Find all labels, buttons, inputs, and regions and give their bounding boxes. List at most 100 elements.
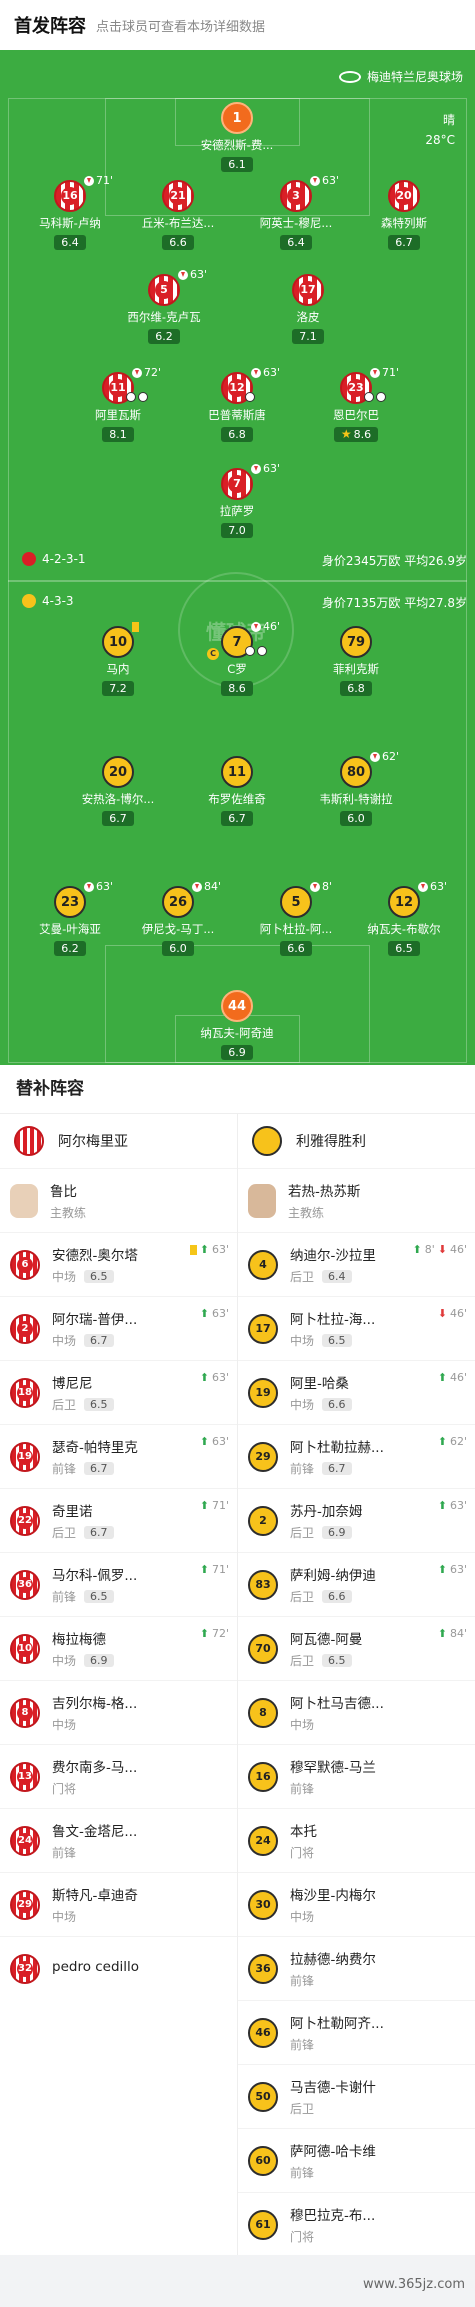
home-player[interactable]: 1 安德烈斯-费... 6.1 [189, 102, 285, 172]
home-player[interactable]: 12 63' 巴普蒂斯唐 6.8 [189, 366, 285, 442]
sub-player-row[interactable]: 18 博尼尼 后卫 6.5 ⬆ 63' [0, 1360, 237, 1424]
player-name: 西尔维-克卢瓦 [127, 310, 201, 324]
sub-player-row[interactable]: 29 斯特凡-卓迪奇 中场 [0, 1872, 237, 1936]
player-name: 伊尼戈-马丁... [141, 922, 215, 936]
sub-player-row[interactable]: 4 纳迪尔-沙拉里 后卫 6.4 ⬆ 8' ⬇ 46' [238, 1232, 475, 1296]
sub-info: ⬆ 63' [438, 1499, 467, 1512]
sub-player-row[interactable]: 60 萨阿德-哈卡维 前锋 [238, 2128, 475, 2192]
jersey-icon: 61 [248, 2209, 278, 2240]
sub-player-row[interactable]: 36 马尔科-佩罗... 前锋 6.5 ⬆ 71' [0, 1552, 237, 1616]
sub-minute: 8' [322, 880, 333, 893]
player-rating: 6.7 [221, 811, 253, 826]
home-player[interactable]: 5 63' 西尔维-克卢瓦 6.2 [116, 268, 212, 344]
player-position: 后卫 [290, 1270, 315, 1284]
venue: 梅迪特兰尼奥球场 [338, 68, 463, 85]
sub-on-icon: ⬆ [412, 1243, 422, 1256]
jersey-icon: 17 [292, 274, 324, 306]
sub-player-row[interactable]: 19 阿里-哈桑 中场 6.6 ⬆ 46' [238, 1360, 475, 1424]
sub-player-row[interactable]: 2 阿尔瑞-普伊... 中场 6.7 ⬆ 63' [0, 1296, 237, 1360]
sub-player-row[interactable]: 50 马吉德-卡谢什 后卫 [238, 2064, 475, 2128]
away-player[interactable]: 7 C 46' C罗 8.6 [189, 620, 285, 696]
away-player[interactable]: 23 63' 艾曼-叶海亚 6.2 [22, 880, 118, 956]
assist-icon [245, 392, 255, 402]
sub-player-row[interactable]: 8 吉列尔梅-格... 中场 [0, 1680, 237, 1744]
sub-player-row[interactable]: 30 梅沙里-内梅尔 中场 [238, 1872, 475, 1936]
home-player[interactable]: 20 森特列斯 6.7 [356, 180, 452, 250]
sub-player-row[interactable]: 19 瑟奇-帕特里克 前锋 6.7 ⬆ 63' [0, 1424, 237, 1488]
home-value: 身价2345万欧 [321, 554, 401, 568]
sub-player-row[interactable]: 6 安德烈-奥尔塔 中场 6.5 ⬆ 63' [0, 1232, 237, 1296]
sub-player-row[interactable]: 22 奇里诺 后卫 6.7 ⬆ 71' [0, 1488, 237, 1552]
sub-player-row[interactable]: 29 阿卜杜勒拉赫... 前锋 6.7 ⬆ 62' [238, 1424, 475, 1488]
sub-player-row[interactable]: 13 费尔南多-马... 门将 [0, 1744, 237, 1808]
player-name: 阿卜杜勒阿齐... [290, 2016, 384, 2032]
jersey-number: 10 [17, 1640, 33, 1657]
home-player[interactable]: 3 63' 阿英士-穆尼... 6.4 [248, 174, 344, 250]
home-player[interactable]: 7 63' 拉萨罗 7.0 [189, 462, 285, 538]
home-player[interactable]: 17 洛皮 7.1 [260, 274, 356, 344]
player-name: 穆巴拉克-布... [290, 2208, 376, 2224]
sub-player-row[interactable]: 24 本托 门将 [238, 1808, 475, 1872]
player-name: 梅沙里-内梅尔 [290, 1888, 376, 1904]
player-position: 后卫 [290, 1526, 315, 1540]
player-name: 斯特凡-卓迪奇 [52, 1888, 138, 1904]
player-meta: 中场 6.7 [52, 1332, 137, 1349]
home-player[interactable]: 11 72' 阿里瓦斯 8.1 [70, 366, 166, 442]
away-player[interactable]: 26 84' 伊尼戈-马丁... 6.0 [130, 880, 226, 956]
jersey-icon: 70 [248, 1633, 278, 1664]
sub-off-badge: 63' [418, 880, 447, 893]
player-name: 马内 [106, 662, 130, 676]
player-name: 安德烈-奥尔塔 [52, 1248, 138, 1264]
player-position: 前锋 [52, 1462, 77, 1476]
sub-info: ⬆ 63' [200, 1307, 229, 1320]
sub-player-row[interactable]: 70 阿瓦德-阿曼 后卫 6.5 ⬆ 84' [238, 1616, 475, 1680]
ball-icon [376, 392, 386, 402]
player-name: 穆罕默德-马兰 [290, 1760, 376, 1776]
sub-off-badge: 71' [370, 366, 399, 379]
coach-label: 主教练 [288, 1206, 325, 1220]
jersey-icon: 19 [10, 1441, 40, 1472]
away-player[interactable]: 11 布罗佐维奇 6.7 [189, 756, 285, 826]
home-formation: 4-2-3-1 [22, 552, 86, 566]
sub-player-row[interactable]: 61 穆巴拉克-布... 门将 [238, 2192, 475, 2256]
home-team-row[interactable]: 阿尔梅里亚 [0, 1114, 237, 1168]
player-position: 中场 [290, 1334, 315, 1348]
sub-info: ⬆ 71' [200, 1563, 229, 1576]
sub-player-row[interactable]: 2 苏丹-加奈姆 后卫 6.9 ⬆ 63' [238, 1488, 475, 1552]
sub-player-row[interactable]: 36 拉赫德-纳费尔 前锋 [238, 1936, 475, 2000]
player-position: 门将 [290, 1846, 315, 1860]
sub-player-row[interactable]: 46 阿卜杜勒阿齐... 前锋 [238, 2000, 475, 2064]
player-rating: 7.1 [292, 329, 324, 344]
player-meta: 门将 [290, 1844, 317, 1861]
home-player[interactable]: 16 71' 马科斯-卢纳 6.4 [22, 174, 118, 250]
away-coach-row[interactable]: 若热-热苏斯 主教练 [238, 1168, 475, 1232]
home-coach-row[interactable]: 鲁比 主教练 [0, 1168, 237, 1232]
sub-player-row[interactable]: 8 阿卜杜马吉德... 中场 [238, 1680, 475, 1744]
away-team-row[interactable]: 利雅得胜利 [238, 1114, 475, 1168]
sub-player-row[interactable]: 24 鲁文-金塔尼... 前锋 [0, 1808, 237, 1872]
away-player[interactable]: 80 62' 韦斯利-特谢拉 6.0 [308, 750, 404, 826]
home-player[interactable]: 23 71' 恩巴尔巴 ★ 8.6 [308, 366, 404, 442]
away-player[interactable]: 20 安热洛-博尔... 6.7 [70, 756, 166, 826]
away-player[interactable]: 10 马内 7.2 [70, 622, 166, 696]
footer: www.365jz.com [0, 2255, 475, 2307]
sub-player-row[interactable]: 83 萨利姆-纳伊迪 后卫 6.6 ⬆ 63' [238, 1552, 475, 1616]
sub-player-row[interactable]: 16 穆罕默德-马兰 前锋 [238, 1744, 475, 1808]
jersey-icon: 21 [162, 180, 194, 212]
away-age: 平均27.8岁 [404, 596, 467, 610]
away-player[interactable]: 44 纳瓦夫-阿奇迪 6.9 [189, 990, 285, 1060]
home-player[interactable]: 21 丘米-布兰达... 6.6 [130, 180, 226, 250]
away-team-name: 利雅得胜利 [296, 1134, 366, 1150]
away-player[interactable]: 79 菲利克斯 6.8 [308, 626, 404, 696]
away-player[interactable]: 5 8' 阿卜杜拉-阿... 6.6 [248, 880, 344, 956]
player-name: 森特列斯 [381, 216, 427, 230]
sub-player-row[interactable]: 10 梅拉梅德 中场 6.9 ⬆ 72' [0, 1616, 237, 1680]
player-rating: 6.7 [84, 1462, 114, 1475]
sub-player-row[interactable]: 17 阿卜杜拉-海... 中场 6.5 ⬇ 46' [238, 1296, 475, 1360]
jersey-icon: 44 [221, 990, 253, 1022]
away-player[interactable]: 12 63' 纳瓦夫-布歇尔 6.5 [356, 880, 452, 956]
jersey-icon: 36 [10, 1569, 40, 1600]
player-name: 马吉德-卡谢什 [290, 2080, 376, 2096]
sub-player-row[interactable]: 32 pedro cedillo [0, 1936, 237, 2000]
jersey-icon: 18 [10, 1377, 40, 1408]
